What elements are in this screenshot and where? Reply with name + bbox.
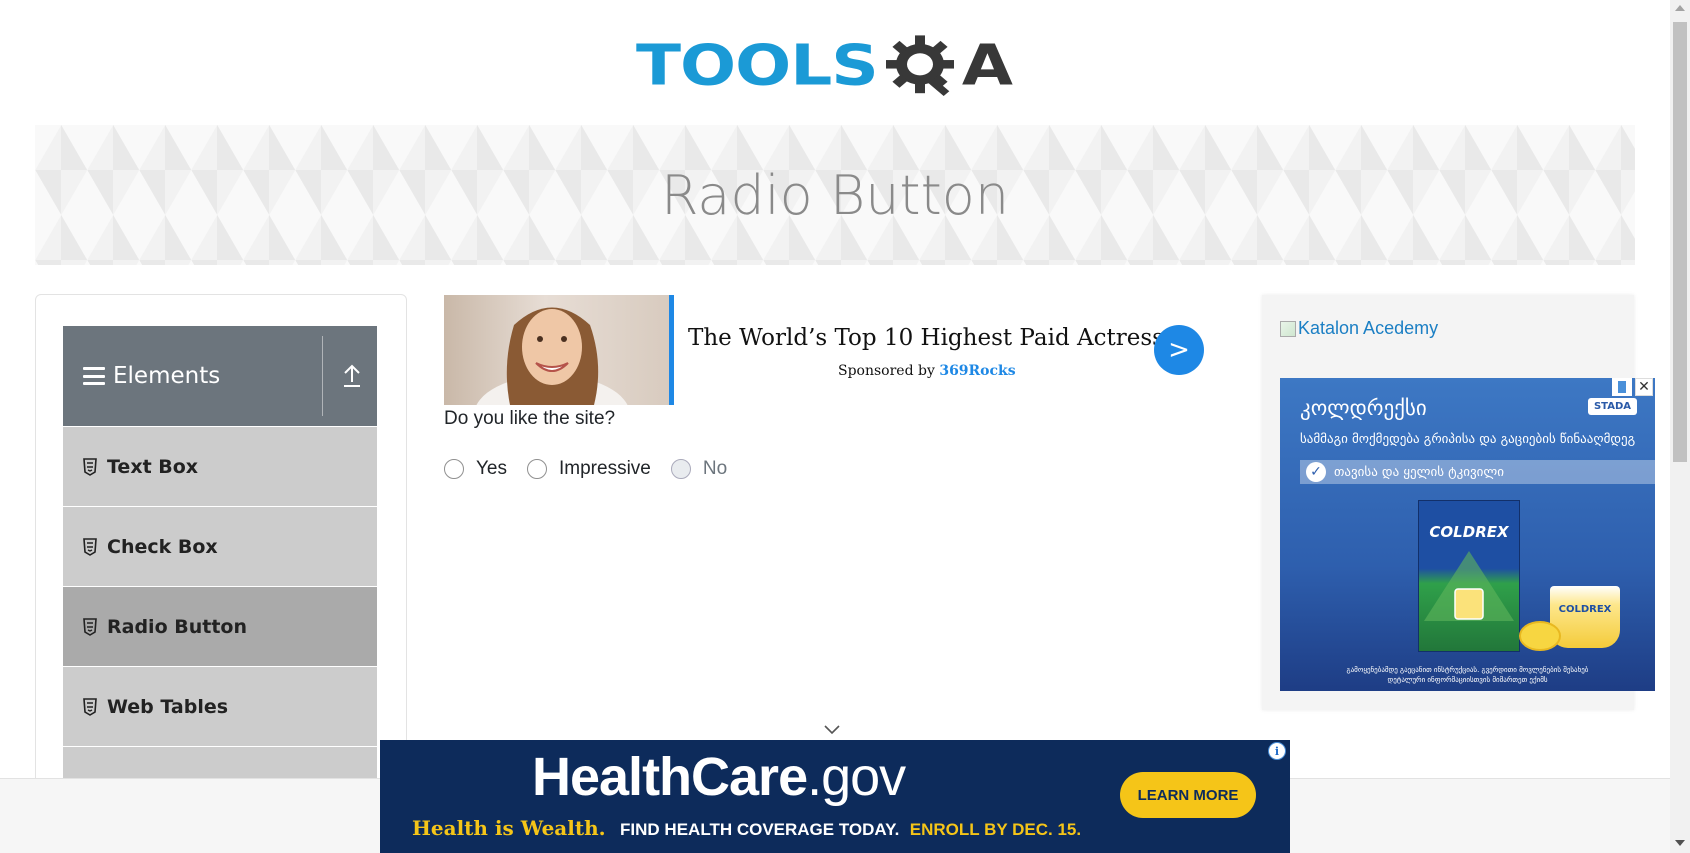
sidebar-item-web-tables[interactable]: Web Tables <box>63 666 377 746</box>
radio-impressive[interactable]: Impressive <box>527 458 651 480</box>
logo-text-qa: A <box>882 32 1013 100</box>
healthcare-tagline: Health is Wealth. FIND HEALTH COVERAGE T… <box>412 816 1081 840</box>
coldrex-footnote: გამოყენებამდე გაეცანით ინსტრუქციას. გვერ… <box>1346 666 1589 684</box>
healthcare-title-suffix: .gov <box>807 747 906 807</box>
vertical-scrollbar[interactable] <box>1670 0 1690 853</box>
gear-magnifier-icon <box>885 35 954 97</box>
healthcare-title: HealthCare.gov <box>532 746 906 808</box>
ad-sponsor-line: Sponsored by 369Rocks <box>838 363 1016 379</box>
html5-icon <box>83 457 97 476</box>
radio-circle[interactable] <box>527 459 547 479</box>
radio-circle <box>670 459 691 479</box>
html5-icon <box>83 617 97 636</box>
logo-letter-a: A <box>961 32 1013 99</box>
scroll-up-arrow-icon[interactable] <box>1675 5 1685 11</box>
sidebar-item-label: Radio Button <box>107 615 247 638</box>
sidebar-item-check-box[interactable]: Check Box <box>63 506 377 586</box>
elements-group-header[interactable]: Elements <box>63 326 377 426</box>
hamburger-icon <box>83 367 105 385</box>
coldrex-subtitle: სამმაგი მოქმედება გრიპისა და გაციების წი… <box>1300 432 1636 447</box>
sponsor-link[interactable]: 369Rocks <box>939 363 1015 379</box>
stada-logo: STADA <box>1587 398 1637 415</box>
learn-more-button[interactable]: LEARN MORE <box>1120 772 1256 818</box>
portrait-image <box>476 307 628 405</box>
radio-group: Yes Impressive No <box>444 458 747 480</box>
sidebar-item-label: Check Box <box>107 535 218 558</box>
sponsored-prefix: Sponsored by <box>838 363 940 379</box>
coldrex-title: კოლდრექსი <box>1300 396 1427 420</box>
question-text: Do you like the site? <box>444 408 616 429</box>
radio-label: No <box>702 458 728 479</box>
katalon-ad-link[interactable]: Katalon Acedemy <box>1280 318 1438 339</box>
logo-text-tools: TOOLS <box>636 32 879 99</box>
html5-icon <box>83 697 97 716</box>
broken-image-icon <box>1280 320 1296 337</box>
ad-next-button[interactable]: > <box>1154 325 1204 375</box>
group-title: Elements <box>113 363 221 389</box>
katalon-alt-text[interactable]: Katalon Acedemy <box>1298 318 1438 339</box>
ad-photo[interactable] <box>444 295 674 405</box>
ad-choices-icon[interactable]: i <box>1268 742 1286 760</box>
healthcare-gov-ad[interactable]: HealthCare.gov Health is Wealth. FIND HE… <box>380 740 1290 853</box>
scroll-thumb[interactable] <box>1673 22 1687 462</box>
chevron-down-icon[interactable] <box>824 724 840 736</box>
radio-label[interactable]: Yes <box>476 458 507 480</box>
ad-headline[interactable]: The World’s Top 10 Highest Paid Actresse… <box>688 325 1189 351</box>
sidebar-item-radio-button[interactable]: Radio Button <box>63 586 377 666</box>
sidebar-item-text-box[interactable]: Text Box <box>63 426 377 506</box>
radio-circle[interactable] <box>444 459 464 479</box>
coldrex-ad[interactable]: კოლდრექსი STADA სამმაგი მოქმედება გრიპის… <box>1280 378 1655 691</box>
healthcare-title-main: HealthCare <box>532 747 808 807</box>
page-banner: Radio Button <box>35 125 1635 265</box>
radio-yes[interactable]: Yes <box>444 458 507 480</box>
health-slogan: Health is Wealth. <box>412 816 606 840</box>
coldrex-band-text: თავისა და ყელის ტკივილი <box>1334 464 1504 480</box>
collapse-arrow-icon[interactable] <box>341 362 363 388</box>
toolsqa-logo[interactable]: TOOLS A <box>636 18 1013 114</box>
check-icon: ✓ <box>1306 462 1326 482</box>
close-icon[interactable]: ✕ <box>1635 378 1653 396</box>
cup-label: COLDREX <box>1558 604 1612 615</box>
health-enroll-text: ENROLL BY DEC. 15. <box>909 820 1082 839</box>
elements-menu-list: Text Box Check Box Radio Button Web Tabl… <box>63 426 377 826</box>
product-illustration <box>1424 551 1514 621</box>
ad-info-icon[interactable] <box>1612 378 1632 396</box>
html5-icon <box>83 537 97 556</box>
divider <box>322 336 323 416</box>
coldrex-band: ✓ თავისა და ყელის ტკივილი <box>1300 460 1655 484</box>
sidebar-item-label: Text Box <box>107 455 199 478</box>
sidebar-item-label: Web Tables <box>107 695 229 718</box>
health-find-text: FIND HEALTH COVERAGE TODAY. <box>620 820 900 839</box>
scroll-down-arrow-icon[interactable] <box>1675 840 1685 846</box>
page-title: Radio Button <box>660 163 1010 227</box>
radio-no: No <box>670 458 728 480</box>
sponsored-ad[interactable]: The World’s Top 10 Highest Paid Actresse… <box>444 295 1204 405</box>
product-box: COLDREX <box>1418 500 1520 652</box>
radio-label[interactable]: Impressive <box>559 458 651 480</box>
lemon-icon <box>1519 621 1561 651</box>
